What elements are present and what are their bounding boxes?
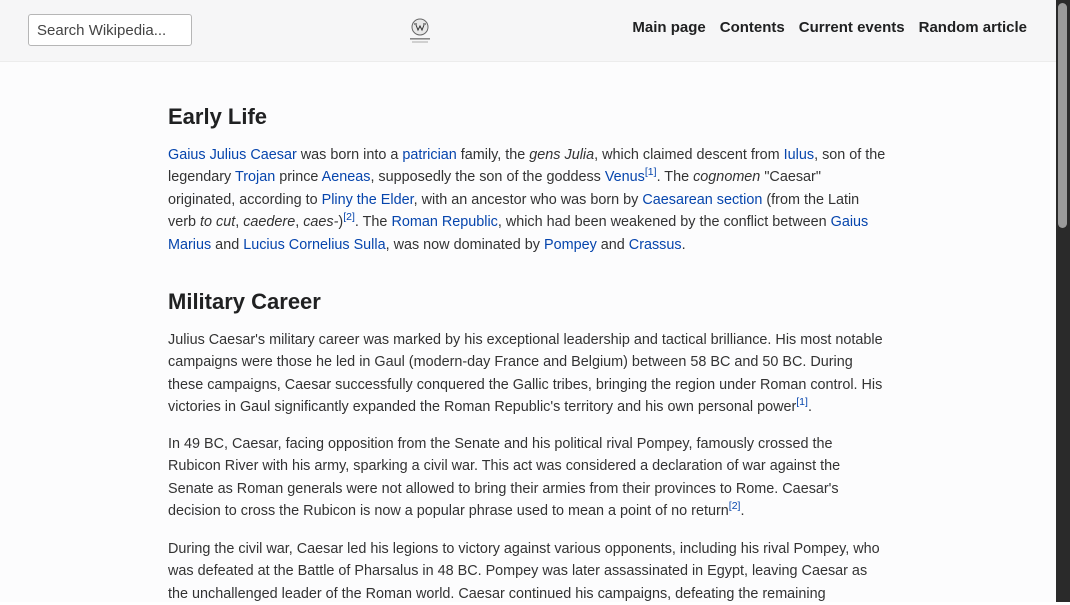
early-life-paragraph: Gaius Julius Caesar was born into a patr…: [168, 144, 888, 256]
text: family, the: [456, 147, 530, 163]
italic-text: to cut: [200, 214, 236, 231]
citation-2[interactable]: [2]: [343, 211, 355, 223]
military-paragraph-3: During the civil war, Caesar led his leg…: [168, 541, 880, 602]
text: .: [681, 236, 686, 253]
text: , supposedly the son of the goddess: [370, 169, 605, 186]
link-roman-republic[interactable]: Roman Republic: [391, 214, 497, 230]
text: and: [596, 236, 629, 253]
site-header: Main page Contents Current events Random…: [0, 0, 1056, 62]
citation-1[interactable]: [1]: [645, 166, 657, 178]
text: and: [211, 236, 244, 253]
scrollbar-thumb[interactable]: [1058, 3, 1067, 228]
italic-text: caedere: [243, 214, 296, 231]
nav-current-events[interactable]: Current events: [799, 19, 905, 36]
link-venus[interactable]: Venus: [605, 169, 645, 185]
link-trojan[interactable]: Trojan: [235, 169, 275, 185]
italic-text: gens Julia: [529, 147, 595, 163]
wikipedia-globe-icon[interactable]: [407, 17, 433, 45]
text: . The: [354, 214, 392, 231]
italic-text: caes-: [303, 214, 339, 231]
military-paragraph-1: Julius Caesar's military career was mark…: [168, 329, 888, 419]
text: prince: [275, 169, 322, 186]
text: . The: [656, 169, 694, 186]
military-paragraph-2: In 49 BC, Caesar, facing opposition from…: [168, 433, 888, 523]
nav-main-page[interactable]: Main page: [632, 19, 705, 36]
heading-military-career: Military Career: [168, 289, 321, 314]
text: .: [740, 503, 745, 520]
citation-2[interactable]: [2]: [729, 500, 741, 512]
text: , with an ancestor who was born by: [413, 191, 643, 208]
text: Julius Caesar's military career was mark…: [168, 332, 883, 416]
citation-1[interactable]: [1]: [796, 396, 808, 408]
text: , which had been weakened by the conflic…: [497, 214, 831, 231]
text: .: [807, 399, 812, 416]
link-pliny-the-elder[interactable]: Pliny the Elder: [322, 192, 414, 208]
link-aeneas[interactable]: Aeneas: [322, 169, 371, 185]
nav-random-article[interactable]: Random article: [919, 19, 1027, 36]
heading-early-life: Early Life: [168, 104, 268, 129]
text: was born into a: [296, 147, 403, 163]
text: , was now dominated by: [385, 236, 544, 253]
top-navigation: Main page Contents Current events Random…: [632, 19, 1027, 36]
nav-contents[interactable]: Contents: [720, 19, 785, 36]
vertical-scrollbar[interactable]: [1056, 0, 1070, 602]
link-caesarean-section[interactable]: Caesarean section: [642, 192, 762, 208]
link-crassus[interactable]: Crassus: [629, 237, 682, 253]
link-pompey[interactable]: Pompey: [544, 237, 597, 253]
search-input[interactable]: [28, 14, 192, 46]
link-gaius-julius-caesar[interactable]: Gaius Julius Caesar: [168, 147, 297, 163]
link-lucius-cornelius-sulla[interactable]: Lucius Cornelius Sulla: [243, 237, 385, 253]
text: ,: [235, 214, 244, 231]
italic-text: cognomen: [693, 169, 761, 186]
main-content-area: Early Life Gaius Julius Caesar was born …: [0, 62, 1056, 602]
link-patrician[interactable]: patrician: [402, 147, 456, 163]
link-iulus[interactable]: Iulus: [784, 147, 814, 163]
text: , which claimed descent from: [594, 147, 784, 163]
